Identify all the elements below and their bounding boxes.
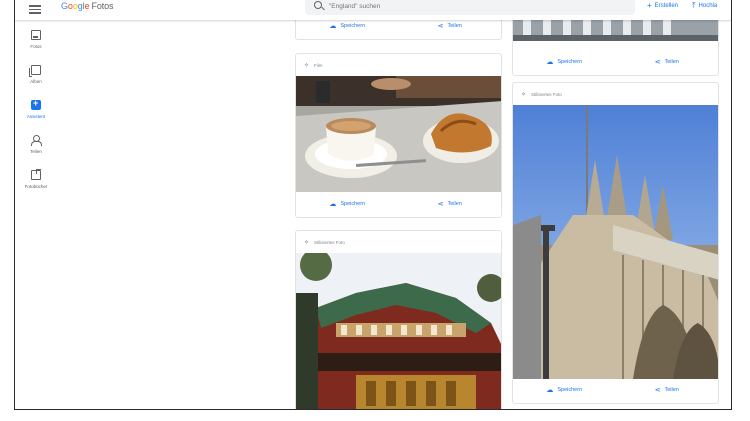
save-label: Speichern — [340, 22, 366, 29]
sidebar-item-label: Fotobücher — [24, 184, 48, 189]
plus-icon: + — [647, 1, 652, 10]
sidebar-item-albums[interactable]: Alben — [15, 65, 57, 100]
sidebar-item-photobooks[interactable]: Fotobücher — [15, 169, 57, 205]
sidebar-item-label: Teilen — [30, 149, 42, 154]
cloud-save-icon: ☁ — [546, 58, 554, 66]
create-button[interactable]: + Erstellen — [647, 1, 678, 10]
photo-icon — [31, 30, 41, 40]
cloud-save-icon: ☁ — [546, 386, 554, 394]
card-header: ✧ Stilisiertes Foto — [513, 83, 718, 105]
search-input[interactable] — [329, 0, 619, 12]
card-type-label: Stilisiertes Foto — [314, 239, 345, 245]
share-button[interactable]: ⋖ Teilen — [616, 58, 719, 66]
save-button[interactable]: ☁ Speichern — [296, 200, 399, 208]
save-label: Speichern — [557, 386, 583, 393]
cathedral-photo-image — [513, 105, 718, 379]
album-icon — [29, 65, 41, 77]
sidebar-item-label: Fotos — [30, 44, 42, 49]
card-header: ✧ Film — [296, 54, 501, 76]
search-bar[interactable] — [305, 0, 635, 15]
card-header: ✧ Stilisiertes Foto — [296, 231, 501, 253]
share-label: Teilen — [447, 200, 462, 207]
sidebar-item-label: Assistent — [26, 114, 46, 119]
save-button[interactable]: ☁ Speichern — [296, 22, 399, 30]
sidebar-nav: Fotos Alben Assistent Teilen Fotobücher — [15, 30, 57, 205]
card-actions: ☁ Speichern ⋖ Teilen — [513, 376, 718, 403]
share-icon: ⋖ — [654, 386, 661, 394]
assistant-icon — [31, 98, 41, 110]
card-actions: ☁ Speichern ⋖ Teilen — [296, 190, 501, 217]
sidebar-item-photos[interactable]: Fotos — [15, 30, 57, 65]
sparkle-icon: ✧ — [304, 239, 310, 246]
main-menu-icon[interactable] — [29, 3, 41, 15]
share-label: Teilen — [447, 22, 462, 29]
save-label: Speichern — [557, 58, 583, 65]
save-button[interactable]: ☁ Speichern — [513, 386, 616, 394]
app-window: GoogleFotos + Erstellen ⤒ Hochla Fotos A… — [14, 0, 732, 410]
share-icon: ⋖ — [654, 58, 661, 66]
share-icon: ⋖ — [437, 22, 444, 30]
logo-letter: G — [61, 1, 68, 11]
upload-button[interactable]: ⤒ Hochla — [692, 1, 717, 11]
save-label: Speichern — [340, 200, 366, 207]
share-label: Teilen — [664, 386, 679, 393]
share-button[interactable]: ⋖ Teilen — [616, 386, 719, 394]
logo-product-name: Fotos — [91, 1, 114, 11]
coffee-photo-image — [296, 76, 501, 192]
cloud-save-icon: ☁ — [329, 200, 337, 208]
assistant-card-stylized: ✧ Stilisiertes Foto — [295, 230, 502, 409]
create-label: Erstellen — [654, 2, 679, 9]
card-type-label: Film — [314, 62, 323, 68]
cloud-save-icon: ☁ — [329, 22, 337, 30]
upload-label: Hochla — [698, 3, 718, 9]
share-button[interactable]: ⋖ Teilen — [399, 200, 502, 208]
sidebar-item-sharing[interactable]: Teilen — [15, 135, 57, 170]
logo-letter: e — [84, 1, 90, 11]
assistant-card-stylized: ✧ Stilisiertes Foto — [512, 82, 719, 404]
save-button[interactable]: ☁ Speichern — [513, 58, 616, 66]
upload-icon: ⤒ — [692, 1, 696, 10]
sharing-icon — [31, 135, 42, 146]
sidebar-item-label: Alben — [30, 79, 42, 84]
photobook-icon — [31, 169, 41, 180]
sparkle-icon: ✧ — [304, 62, 310, 69]
sidebar-item-assistant[interactable]: Assistent — [15, 98, 57, 135]
share-button[interactable]: ⋖ Teilen — [399, 22, 502, 30]
top-bar: GoogleFotos + Erstellen ⤒ Hochla — [15, 0, 731, 20]
building-photo[interactable] — [296, 253, 501, 409]
building-photo-image — [296, 253, 501, 409]
sparkle-icon: ✧ — [521, 91, 527, 98]
card-type-label: Stilisiertes Foto — [531, 91, 562, 97]
assistant-card-film: ✧ Film ☁ Speichern ⋖ Teilen — [295, 53, 502, 218]
cathedral-photo[interactable] — [513, 105, 718, 379]
coffee-photo[interactable] — [296, 76, 501, 192]
card-actions: ☁ Speichern ⋖ Teilen — [513, 48, 718, 75]
search-icon[interactable] — [314, 1, 322, 9]
share-label: Teilen — [664, 58, 679, 65]
share-icon: ⋖ — [437, 200, 444, 208]
google-photos-logo[interactable]: Google Fotos — [61, 1, 114, 11]
